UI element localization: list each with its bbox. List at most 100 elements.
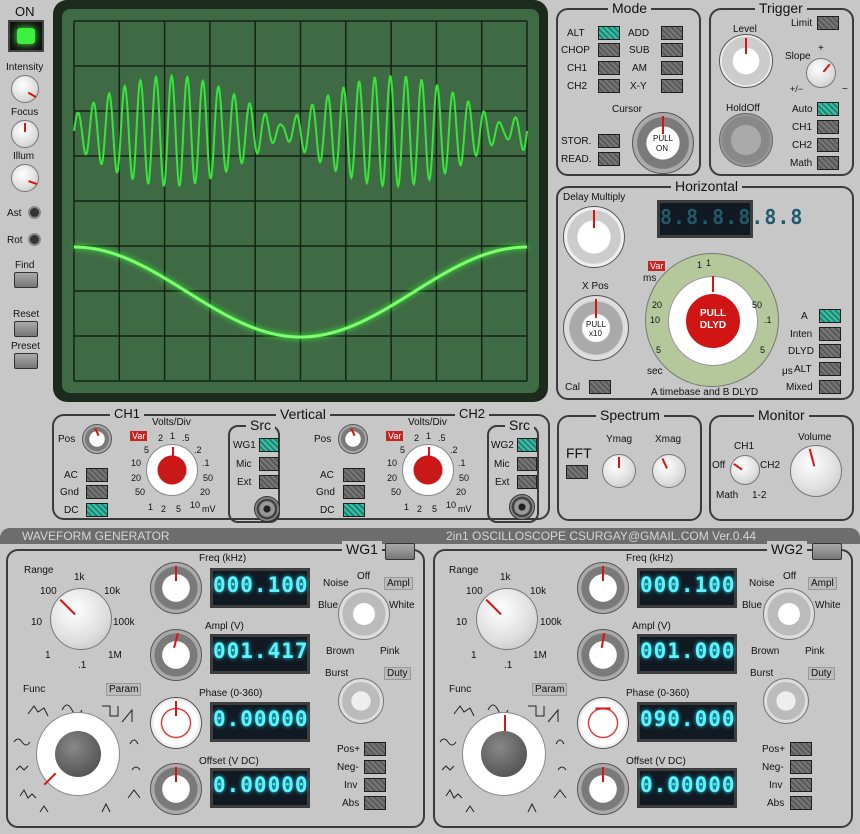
power-button[interactable] <box>8 20 44 52</box>
src1-mic-switch[interactable] <box>259 457 279 471</box>
find-button[interactable] <box>14 272 38 288</box>
hmode-alt-switch[interactable] <box>819 362 841 376</box>
wg1-white-label: White <box>389 600 415 611</box>
stor-switch[interactable] <box>598 134 620 148</box>
src2-mic-switch[interactable] <box>517 457 537 471</box>
wg2-burst-knob[interactable] <box>763 678 809 724</box>
ch2-ac-switch[interactable] <box>343 468 365 482</box>
wg1-duty-button[interactable]: Duty <box>384 667 411 680</box>
knob-indicator <box>595 707 611 710</box>
level-knob[interactable] <box>719 34 773 88</box>
wg2-func-knob[interactable] <box>462 712 546 796</box>
wg2-noise-knob[interactable] <box>763 588 815 640</box>
wg2-range-100k: 100k <box>540 617 562 628</box>
trig-math-switch[interactable] <box>817 156 839 170</box>
wg2-neg-switch[interactable] <box>790 760 812 774</box>
mode-ch1-switch[interactable] <box>598 61 620 75</box>
hmode-mixed-switch[interactable] <box>819 380 841 394</box>
ymag-knob[interactable] <box>602 454 636 488</box>
ch2-dc-switch[interactable] <box>343 503 365 517</box>
hmode-inten-switch[interactable] <box>819 327 841 341</box>
wg1-range-knob[interactable] <box>50 588 112 650</box>
ch2-volts-knob[interactable] <box>402 444 454 496</box>
src2-wg2-switch[interactable] <box>517 438 537 452</box>
mode-xy-switch[interactable] <box>661 79 683 93</box>
cursor-knob[interactable]: PULL ON <box>632 112 694 174</box>
ch1-dc-switch[interactable] <box>86 503 108 517</box>
wg2-enable-button[interactable] <box>812 543 842 560</box>
reset-button[interactable] <box>14 321 38 337</box>
wg2-inv-switch[interactable] <box>790 778 812 792</box>
timebase-dial[interactable]: PULL DLYD <box>645 253 779 387</box>
ch1-scale-5b: 5 <box>176 504 182 514</box>
wg1-freq-knob[interactable] <box>150 562 202 614</box>
cal-switch[interactable] <box>589 380 611 394</box>
fft-switch[interactable] <box>566 465 588 479</box>
hmode-dlyd-switch[interactable] <box>819 344 841 358</box>
wg1-phase-knob[interactable] <box>150 697 202 749</box>
wg2-inv-label: Inv <box>769 780 783 791</box>
wg2-range-knob[interactable] <box>476 588 538 650</box>
ast-knob[interactable] <box>28 206 41 219</box>
stor-label: STOR. <box>561 136 592 147</box>
read-switch[interactable] <box>598 152 620 166</box>
src1-wg1-switch[interactable] <box>259 438 279 452</box>
ch1-volts-knob[interactable] <box>146 444 198 496</box>
xmag-knob[interactable] <box>652 454 686 488</box>
timebase-footer: A timebase and B DLYD <box>651 387 759 398</box>
wg2-neg-label: Neg- <box>762 762 784 773</box>
src1-ext-switch[interactable] <box>259 475 279 489</box>
mode-am-switch[interactable] <box>661 61 683 75</box>
hmode-a-switch[interactable] <box>819 309 841 323</box>
wg1-abs-switch[interactable] <box>364 796 386 810</box>
wg2-abs-switch[interactable] <box>790 796 812 810</box>
monitor-source-knob[interactable] <box>730 455 760 485</box>
ch1-gnd-switch[interactable] <box>86 485 108 499</box>
xpos-knob[interactable]: PULL x10 <box>563 295 629 361</box>
mode-sub-switch[interactable] <box>661 43 683 57</box>
wg1-enable-button[interactable] <box>385 543 415 560</box>
ch1-ac-switch[interactable] <box>86 468 108 482</box>
wg2-pos-switch[interactable] <box>790 742 812 756</box>
delay-multiply-knob[interactable] <box>563 206 625 268</box>
wg1-ampl-button[interactable]: Ampl <box>384 577 413 590</box>
wg2-offset-knob[interactable] <box>577 763 629 815</box>
pull-dlyd-button[interactable]: PULL DLYD <box>684 292 742 350</box>
wg2-ampl-knob[interactable] <box>577 629 629 681</box>
trig-ch2-switch[interactable] <box>817 138 839 152</box>
mode-chop-switch[interactable] <box>598 43 620 57</box>
volume-knob[interactable] <box>790 445 842 497</box>
rot-knob[interactable] <box>28 233 41 246</box>
wg1-ampl-knob[interactable] <box>150 629 202 681</box>
mode-add-switch[interactable] <box>661 26 683 40</box>
wg2-ampl-display: 001.000 <box>637 634 737 674</box>
src2-ext-switch[interactable] <box>517 475 537 489</box>
wg1-func-knob[interactable] <box>36 712 120 796</box>
wg2-ampl-button[interactable]: Ampl <box>808 577 837 590</box>
holdoff-knob[interactable] <box>719 113 773 167</box>
ch2-pos-knob[interactable] <box>338 424 368 454</box>
mode-alt-switch[interactable] <box>598 26 620 40</box>
intensity-knob[interactable] <box>11 75 39 103</box>
wg1-noise-knob[interactable] <box>338 588 390 640</box>
wg1-inv-switch[interactable] <box>364 778 386 792</box>
slope-knob[interactable] <box>806 58 836 88</box>
wg2-freq-knob[interactable] <box>577 562 629 614</box>
limit-switch[interactable] <box>817 16 839 30</box>
wg1-inv-label: Inv <box>344 780 358 791</box>
mode-ch2-switch[interactable] <box>598 79 620 93</box>
trig-auto-switch[interactable] <box>817 102 839 116</box>
wg1-burst-knob[interactable] <box>338 678 384 724</box>
wg1-brown-label: Brown <box>326 646 355 657</box>
focus-knob[interactable] <box>11 120 39 148</box>
preset-button[interactable] <box>14 353 38 369</box>
wg1-pos-switch[interactable] <box>364 742 386 756</box>
trig-ch1-switch[interactable] <box>817 120 839 134</box>
illum-knob[interactable] <box>11 164 39 192</box>
ch1-pos-knob[interactable] <box>82 424 112 454</box>
wg1-neg-switch[interactable] <box>364 760 386 774</box>
ch2-gnd-switch[interactable] <box>343 485 365 499</box>
wg1-offset-knob[interactable] <box>150 763 202 815</box>
wg2-duty-button[interactable]: Duty <box>808 667 835 680</box>
wg2-phase-knob[interactable] <box>577 697 629 749</box>
